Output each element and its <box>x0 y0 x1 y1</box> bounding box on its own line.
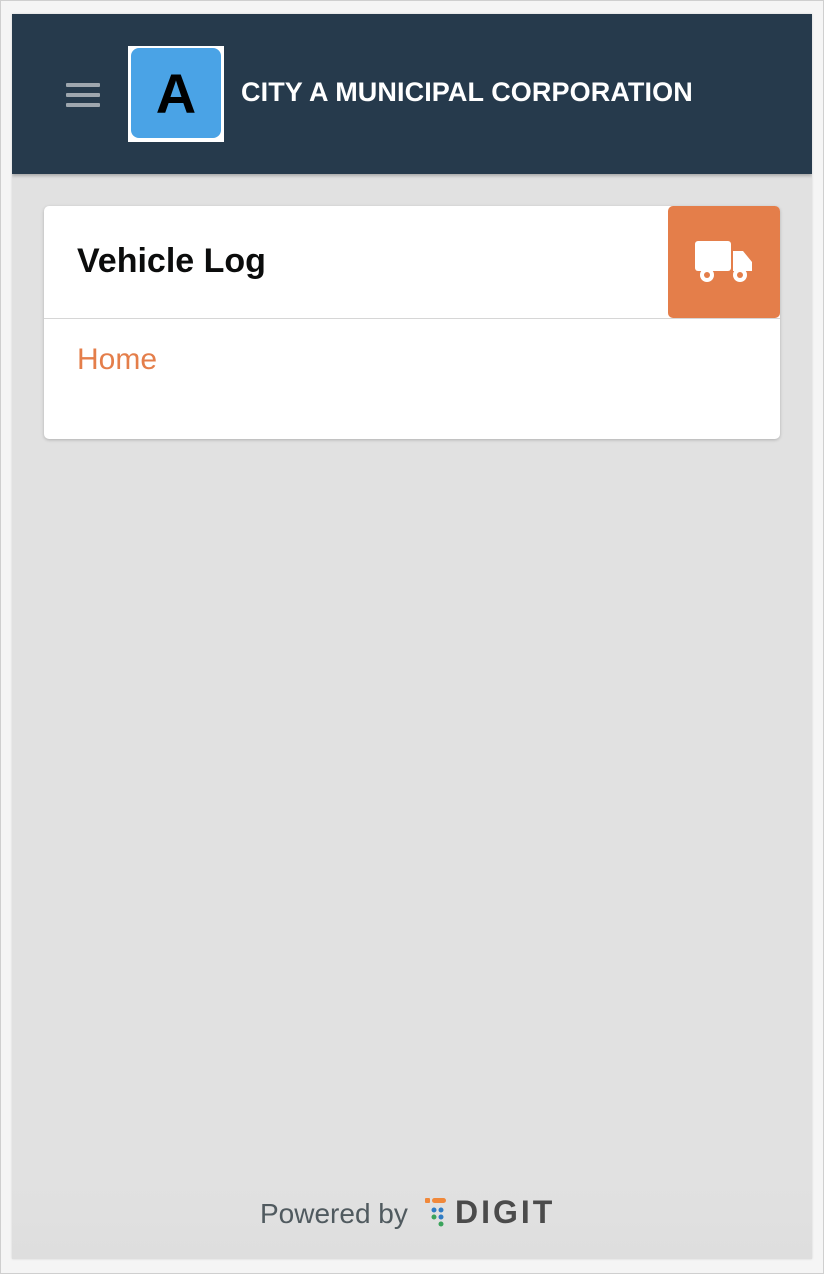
card-header: Vehicle Log <box>44 206 780 319</box>
city-name-title: CITY A MUNICIPAL CORPORATION <box>241 77 693 107</box>
truck-icon <box>695 241 752 282</box>
top-bar: A CITY A MUNICIPAL CORPORATION <box>12 14 812 174</box>
hamburger-menu-icon[interactable] <box>64 80 102 110</box>
app-screen: A CITY A MUNICIPAL CORPORATION Vehicle L… <box>12 14 812 1259</box>
vehicle-log-card: Vehicle Log Home <box>44 206 780 439</box>
powered-by-label: Powered by <box>260 1198 408 1229</box>
card-icon-badge <box>668 206 780 318</box>
city-logo: A <box>128 46 224 142</box>
digit-brand: DIGIT <box>455 1193 556 1230</box>
digit-logo: DIGIT <box>425 1193 556 1230</box>
footer: Powered by DIGIT <box>12 1184 812 1259</box>
city-logo-letter: A <box>131 48 221 138</box>
home-link[interactable]: Home <box>77 343 157 377</box>
card-title: Vehicle Log <box>77 242 266 280</box>
browser-frame: A CITY A MUNICIPAL CORPORATION Vehicle L… <box>0 0 824 1274</box>
digit-dots-icon <box>425 1198 446 1227</box>
